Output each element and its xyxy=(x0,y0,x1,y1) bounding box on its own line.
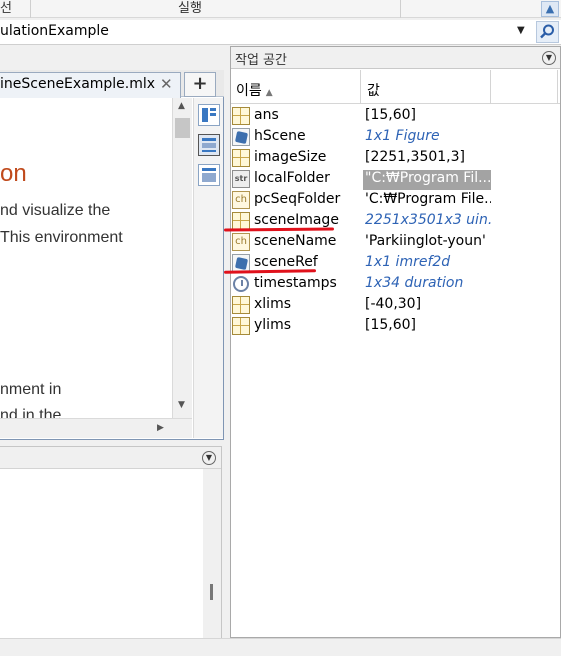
editor-horizontal-scrollbar[interactable]: ▶ xyxy=(0,418,192,438)
doc-text-line: nd visualize the xyxy=(0,202,111,219)
variable-value: 1x1 Figure xyxy=(365,128,440,144)
current-folder-bar[interactable]: ulationExample ▼ xyxy=(0,20,561,45)
output-inline-view-icon[interactable] xyxy=(198,134,220,156)
workspace-menu-icon[interactable]: ▼ xyxy=(542,51,556,65)
variable-row-timestamps[interactable]: timestamps 1x34 duration xyxy=(231,274,560,295)
doc-text-line: This environment xyxy=(0,229,123,246)
scroll-up-icon[interactable]: ▲ xyxy=(178,101,185,111)
clock-icon xyxy=(232,275,250,293)
column-divider[interactable] xyxy=(490,70,491,104)
variable-row-scenename[interactable]: ch sceneName 'Parkiinglot-youn' xyxy=(231,232,560,253)
object-icon xyxy=(232,254,250,272)
variable-name: sceneImage xyxy=(254,212,339,228)
matrix-icon xyxy=(232,149,250,167)
column-divider[interactable] xyxy=(557,70,558,104)
variable-name: xlims xyxy=(254,296,291,312)
matrix-icon xyxy=(232,296,250,314)
panel-menu-icon[interactable]: ▼ xyxy=(202,451,216,465)
variable-value: "C:₩Program Fil... xyxy=(363,170,491,190)
variable-name: ylims xyxy=(254,317,291,333)
search-button[interactable] xyxy=(536,21,559,43)
variable-name: pcSeqFolder xyxy=(254,191,341,207)
close-icon[interactable]: ✕ xyxy=(160,75,173,93)
chevron-up-icon[interactable]: ▲ xyxy=(541,1,559,17)
variable-value: 'C:₩Program File... xyxy=(365,191,491,207)
variable-row-imagesize[interactable]: imageSize [2251,3501,3] xyxy=(231,148,560,169)
char-array-icon: ch xyxy=(232,233,250,251)
value-column-header[interactable]: 값 xyxy=(367,80,380,100)
variable-name: hScene xyxy=(254,128,306,144)
name-column-label: 이름 xyxy=(236,83,262,99)
variable-name: imageSize xyxy=(254,149,327,165)
variable-value: 1x1 imref2d xyxy=(365,254,451,270)
workspace-title: 작업 공간 xyxy=(235,53,287,68)
variable-row-ylims[interactable]: ylims [15,60] xyxy=(231,316,560,337)
scroll-down-icon[interactable]: ▼ xyxy=(178,400,185,410)
live-script-content[interactable]: on nd visualize the This environment nme… xyxy=(0,98,172,418)
toolstrip-header: 선 실행 ▲ xyxy=(0,0,561,18)
panel-scrollbar[interactable] xyxy=(203,469,221,655)
current-folder-path[interactable]: ulationExample xyxy=(0,23,109,39)
matrix-icon xyxy=(232,317,250,335)
variable-row-localfolder[interactable]: str localFolder "C:₩Program Fil... xyxy=(231,169,560,190)
editor-tab-label: ineSceneExample.mlx xyxy=(0,76,156,92)
workspace-panel: 작업 공간 ▼ 이름 ▲ 값 ans [15,60] hScene 1x1 Fig… xyxy=(223,46,561,638)
section-heading: on xyxy=(0,160,27,187)
scrollbar-thumb[interactable] xyxy=(210,584,213,600)
scrollbar-thumb[interactable] xyxy=(175,118,190,138)
hide-code-view-icon[interactable] xyxy=(198,164,220,186)
variable-row-hscene[interactable]: hScene 1x1 Figure xyxy=(231,127,560,148)
variable-value: 'Parkiinglot-youn' xyxy=(365,233,486,249)
panel-header: ▼ xyxy=(0,447,221,469)
matrix-icon xyxy=(232,107,250,125)
workspace-column-header: 이름 ▲ 값 xyxy=(231,70,560,104)
variable-value: 1x34 duration xyxy=(365,275,464,291)
add-tab-button[interactable]: + xyxy=(184,72,216,97)
output-right-view-icon[interactable] xyxy=(198,104,220,126)
variable-name: localFolder xyxy=(254,170,330,186)
variable-name: timestamps xyxy=(254,275,337,291)
variable-value: 2251x3501x3 uin... xyxy=(365,212,491,228)
variable-value: [2251,3501,3] xyxy=(365,149,465,165)
divider xyxy=(30,0,31,18)
variable-name: ans xyxy=(254,107,279,123)
chevron-down-icon[interactable]: ▼ xyxy=(517,25,525,36)
variable-name: sceneRef xyxy=(254,254,318,270)
section-label: 선 xyxy=(0,1,12,16)
name-column-header[interactable]: 이름 ▲ xyxy=(236,80,273,100)
variable-row-pcseqfolder[interactable]: ch pcSeqFolder 'C:₩Program File... xyxy=(231,190,560,211)
view-mode-toolbar xyxy=(193,98,223,438)
variable-row-xlims[interactable]: xlims [-40,30] xyxy=(231,295,560,316)
search-icon xyxy=(540,24,554,39)
char-array-icon: ch xyxy=(232,191,250,209)
variable-value: [15,60] xyxy=(365,317,417,333)
status-bar xyxy=(0,638,561,656)
scroll-right-icon[interactable]: ▶ xyxy=(157,423,164,433)
editor-tab[interactable]: ineSceneExample.mlx ✕ xyxy=(0,72,181,98)
sort-ascending-icon: ▲ xyxy=(265,88,273,98)
run-section-label: 실행 xyxy=(178,1,202,16)
workspace-title-bar: 작업 공간 ▼ xyxy=(231,47,560,69)
column-divider[interactable] xyxy=(360,70,361,104)
variable-name: sceneName xyxy=(254,233,337,249)
divider xyxy=(400,0,401,18)
object-icon xyxy=(232,128,250,146)
doc-text-line: nd in the xyxy=(0,407,62,418)
variable-value: [15,60] xyxy=(365,107,417,123)
command-window-panel[interactable]: ▼ xyxy=(0,446,222,656)
doc-text-line: nment in xyxy=(0,381,62,398)
variable-value: [-40,30] xyxy=(365,296,422,312)
variable-row-ans[interactable]: ans [15,60] xyxy=(231,106,560,127)
editor-vertical-scrollbar[interactable]: ▲ ▼ xyxy=(172,98,192,418)
string-icon: str xyxy=(232,170,250,188)
